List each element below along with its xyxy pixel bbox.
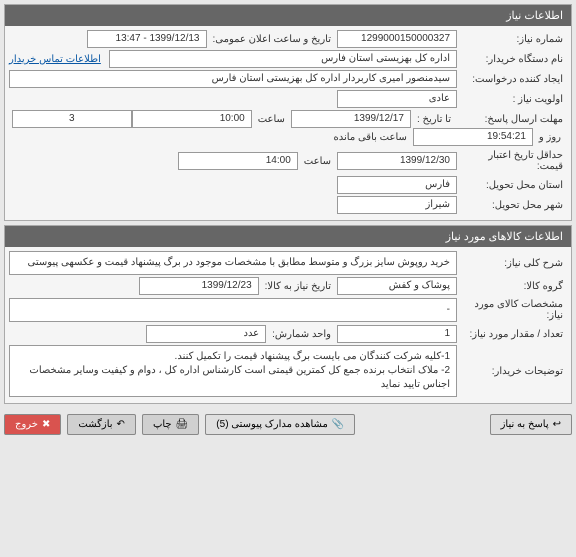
org-label: نام دستگاه خریدار:	[457, 52, 567, 67]
row-city: شهر محل تحویل: شیراز	[9, 196, 567, 214]
spec-label: مشخصات کالای مورد نیاز:	[457, 297, 567, 323]
back-button[interactable]: ↶ بازگشت	[67, 414, 136, 435]
need-info-header: اطلاعات نیاز	[5, 5, 571, 26]
spec-value: -	[9, 298, 457, 322]
remaining-time-value: 19:54:21	[413, 128, 533, 146]
row-group: گروه کالا: پوشاک و کفش تاریخ نیاز به کال…	[9, 277, 567, 295]
summary-label: شرح کلی نیاز:	[457, 256, 567, 271]
notes-value: 1-کلیه شرکت کنندگان می بایست برگ پیشنهاد…	[9, 345, 457, 397]
unit-label: واحد شمارش:	[266, 327, 337, 342]
priority-label: اولویت نیاز :	[457, 92, 567, 107]
print-button[interactable]: 🖨 چاپ	[142, 414, 199, 435]
back-icon: ↶	[117, 419, 125, 430]
group-label: گروه کالا:	[457, 279, 567, 294]
remaining-label: ساعت باقی مانده	[328, 130, 413, 145]
row-creator: ایجاد کننده درخواست: سیدمنصور امیری کارب…	[9, 70, 567, 88]
until-time-value: 10:00	[132, 110, 252, 128]
need-info-body: شماره نیاز: 1299000150000327 تاریخ و ساع…	[5, 26, 571, 220]
attachments-button-label: مشاهده مدارک پیوستی (5)	[216, 419, 328, 430]
row-spec: مشخصات کالای مورد نیاز: -	[9, 297, 567, 323]
min-valid-label: حداقل تاریخ اعتبار قیمت:	[457, 148, 567, 174]
respond-button[interactable]: ↩ پاسخ به نیاز	[490, 414, 572, 435]
province-label: استان محل تحویل:	[457, 178, 567, 193]
row-org: نام دستگاه خریدار: اداره کل بهزیستی استا…	[9, 50, 567, 68]
row-min-valid: حداقل تاریخ اعتبار قیمت: 1399/12/30 ساعت…	[9, 148, 567, 174]
respond-button-label: پاسخ به نیاز	[501, 419, 549, 430]
back-button-label: بازگشت	[78, 419, 112, 430]
city-value: شیراز	[337, 196, 457, 214]
need-number-value: 1299000150000327	[337, 30, 457, 48]
exit-button-label: خروج	[15, 419, 38, 430]
goods-info-header: اطلاعات کالاهای مورد نیاز	[5, 226, 571, 247]
days-label: روز و	[533, 130, 567, 145]
attachments-button[interactable]: 📎 مشاهده مدارک پیوستی (5)	[205, 414, 355, 435]
qty-value: 1	[337, 325, 457, 343]
min-valid-date-value: 1399/12/30	[337, 152, 457, 170]
priority-value: عادی	[337, 90, 457, 108]
need-number-label: شماره نیاز:	[457, 32, 567, 47]
min-valid-time-value: 14:00	[178, 152, 298, 170]
goods-info-body: شرح کلی نیاز: خرید روپوش سایز بزرگ و متو…	[5, 247, 571, 403]
need-by-value: 1399/12/23	[139, 277, 259, 295]
hour-label-2: ساعت	[298, 154, 337, 169]
hour-label-1: ساعت	[252, 112, 291, 127]
need-info-panel: اطلاعات نیاز شماره نیاز: 129900015000032…	[4, 4, 572, 221]
public-date-label: تاریخ و ساعت اعلان عمومی:	[207, 32, 338, 47]
notes-label: توضیحات خریدار:	[457, 364, 567, 379]
need-by-label: تاریخ نیاز به کالا:	[259, 279, 337, 294]
city-label: شهر محل تحویل:	[457, 198, 567, 213]
row-qty: تعداد / مقدار مورد نیاز: 1 واحد شمارش: ع…	[9, 325, 567, 343]
creator-value: سیدمنصور امیری کاربردار اداره کل بهزیستی…	[9, 70, 457, 88]
until-date-label: تا تاریخ :	[411, 112, 457, 127]
print-button-label: چاپ	[153, 419, 172, 430]
days-value: 3	[12, 110, 132, 128]
goods-info-panel: اطلاعات کالاهای مورد نیاز شرح کلی نیاز: …	[4, 225, 572, 404]
org-value: اداره کل بهزیستی استان فارس	[109, 50, 457, 68]
row-need-number: شماره نیاز: 1299000150000327 تاریخ و ساع…	[9, 30, 567, 48]
deadline-label: مهلت ارسال پاسخ:	[457, 112, 567, 127]
public-date-value: 1399/12/13 - 13:47	[87, 30, 207, 48]
summary-value: خرید روپوش سایز بزرگ و متوسط مطابق با مش…	[9, 251, 457, 275]
unit-value: عدد	[146, 325, 266, 343]
buyer-contact-link[interactable]: اطلاعات تماس خریدار	[9, 54, 101, 65]
exit-button[interactable]: ✖ خروج	[4, 414, 61, 435]
row-notes: توضیحات خریدار: 1-کلیه شرکت کنندگان می ب…	[9, 345, 567, 397]
group-value: پوشاک و کفش	[337, 277, 457, 295]
row-summary: شرح کلی نیاز: خرید روپوش سایز بزرگ و متو…	[9, 251, 567, 275]
row-province: استان محل تحویل: فارس	[9, 176, 567, 194]
row-priority: اولویت نیاز : عادی	[9, 90, 567, 108]
button-bar: ↩ پاسخ به نیاز 📎 مشاهده مدارک پیوستی (5)…	[0, 408, 576, 441]
attachment-icon: 📎	[332, 419, 344, 430]
creator-label: ایجاد کننده درخواست:	[457, 72, 567, 87]
exit-icon: ✖	[42, 419, 50, 430]
until-date-value: 1399/12/17	[291, 110, 411, 128]
qty-label: تعداد / مقدار مورد نیاز:	[457, 327, 567, 342]
reply-icon: ↩	[553, 419, 561, 430]
province-value: فارس	[337, 176, 457, 194]
row-deadline: مهلت ارسال پاسخ: تا تاریخ : 1399/12/17 س…	[9, 110, 567, 146]
print-icon: 🖨	[176, 419, 189, 430]
